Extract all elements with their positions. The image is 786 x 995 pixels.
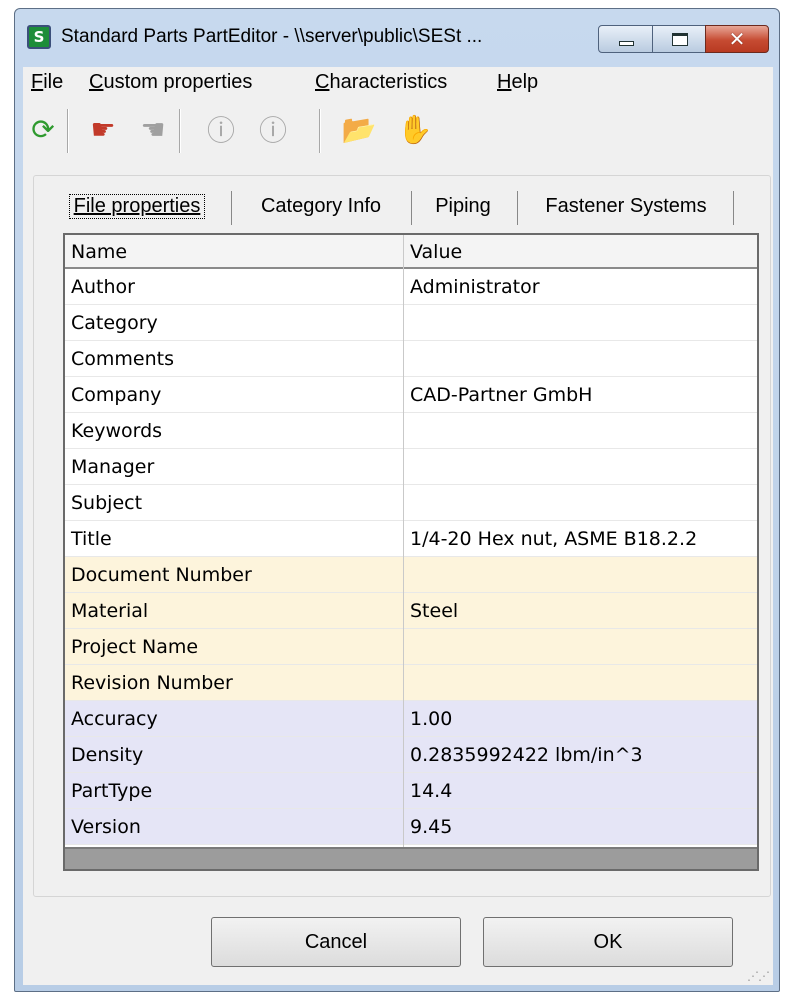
tab-fastener-systems-label: Fastener Systems (545, 194, 707, 217)
menu-characteristics-mnemonic: C (315, 71, 330, 93)
property-name-cell: Accuracy (71, 708, 158, 730)
info-remove-icon[interactable]: ⓘ (255, 111, 291, 147)
menu-file-mnemonic: F (31, 71, 44, 93)
menu-custom-properties-mnemonic: C (89, 71, 104, 93)
client-area: File Custom properties Characteristics H… (23, 67, 773, 985)
menu-file-label: ile (43, 71, 64, 93)
grid-footer (65, 847, 757, 869)
window-title: Standard Parts PartEditor - \\server\pub… (61, 26, 483, 47)
property-name-cell: Comments (71, 348, 174, 370)
toolbar-separator (319, 109, 321, 153)
tab-fastener-systems[interactable]: Fastener Systems (521, 187, 731, 225)
menu-characteristics-label: haracteristics (329, 71, 448, 93)
tab-separator (517, 191, 518, 225)
menu-help-mnemonic: H (497, 71, 512, 93)
menu-help-label: elp (511, 71, 539, 93)
toolbar-separator (67, 109, 69, 153)
menu-file[interactable]: File (31, 71, 63, 94)
hand-import-icon[interactable]: ☛ (85, 111, 121, 147)
hand-export-icon[interactable]: ☚ (135, 111, 171, 147)
column-divider (403, 235, 404, 869)
tab-separator (231, 191, 232, 225)
column-header-value[interactable]: Value (404, 241, 462, 263)
property-name-cell: Version (71, 816, 141, 838)
table-row[interactable]: Accuracy 1.00 (65, 701, 757, 737)
table-row[interactable]: Document Number (65, 557, 757, 593)
property-name-cell: Material (71, 600, 149, 622)
tab-file-properties[interactable]: File properties (53, 187, 221, 225)
tab-file-properties-label: File properties (68, 193, 206, 219)
table-row[interactable]: Manager (65, 449, 757, 485)
property-value-cell[interactable]: Administrator (404, 276, 540, 298)
app-icon: S (27, 25, 51, 49)
property-value-cell[interactable]: 1/4-20 Hex nut, ASME B18.2.2 (404, 528, 697, 550)
table-row[interactable]: Company CAD-Partner GmbH (65, 377, 757, 413)
table-row[interactable]: Author Administrator (65, 269, 757, 305)
menu-custom-properties-label: ustom properties (103, 71, 253, 93)
open-folder-icon[interactable]: 📂 (341, 111, 377, 147)
app-window: S Standard Parts PartEditor - \\server\p… (14, 8, 780, 992)
table-row[interactable]: Density 0.2835992422 lbm/in^3 (65, 737, 757, 773)
table-row[interactable]: Subject (65, 485, 757, 521)
ok-button[interactable]: OK (483, 917, 733, 967)
property-value-cell[interactable]: 0.2835992422 lbm/in^3 (404, 744, 643, 766)
table-row[interactable]: Keywords (65, 413, 757, 449)
menu-custom-properties[interactable]: Custom properties (89, 71, 252, 94)
minimize-button[interactable] (598, 25, 653, 53)
property-value-cell[interactable]: Steel (404, 600, 458, 622)
properties-grid[interactable]: Name Value Author Administrator Category Co… (63, 233, 759, 871)
property-value-cell[interactable]: 1.00 (404, 708, 452, 730)
table-row[interactable]: Revision Number (65, 665, 757, 701)
property-value-cell[interactable]: 9.45 (404, 816, 452, 838)
maximize-button[interactable] (652, 25, 706, 53)
property-name-cell: Manager (71, 456, 155, 478)
menu-characteristics[interactable]: Characteristics (315, 71, 447, 94)
table-row[interactable]: Comments (65, 341, 757, 377)
table-row[interactable]: Version 9.45 (65, 809, 757, 845)
tab-piping-label: Piping (435, 194, 491, 217)
maximize-icon (672, 33, 688, 46)
property-name-cell: Project Name (71, 636, 199, 658)
resize-grip[interactable]: ⋰⋰ (747, 969, 770, 983)
refresh-icon[interactable]: ⟳ (25, 111, 61, 147)
property-value-cell[interactable]: CAD-Partner GmbH (404, 384, 592, 406)
property-name-cell: Subject (71, 492, 143, 514)
info-add-icon[interactable]: ⓘ (203, 111, 239, 147)
tab-category-info-label: Category Info (260, 194, 382, 217)
close-button[interactable]: ✕ (705, 25, 769, 53)
close-icon: ✕ (728, 27, 746, 51)
title-bar[interactable]: S Standard Parts PartEditor - \\server\p… (15, 9, 779, 67)
cancel-button[interactable]: Cancel (211, 917, 461, 967)
property-name-cell: Title (71, 528, 112, 550)
tab-category-info[interactable]: Category Info (235, 187, 407, 225)
property-name-cell: PartType (71, 780, 153, 802)
tab-separator (733, 191, 734, 225)
property-name-cell: Revision Number (71, 672, 233, 694)
table-row[interactable]: Project Name (65, 629, 757, 665)
property-name-cell: Document Number (71, 564, 252, 586)
property-name-cell: Author (71, 276, 135, 298)
table-row[interactable]: Title 1/4-20 Hex nut, ASME B18.2.2 (65, 521, 757, 557)
tab-separator (411, 191, 412, 225)
property-name-cell: Keywords (71, 420, 163, 442)
property-name-cell: Density (71, 744, 144, 766)
table-row[interactable]: PartType 14.4 (65, 773, 757, 809)
table-row[interactable]: Category (65, 305, 757, 341)
grid-header: Name Value (65, 235, 757, 269)
minimize-icon (619, 41, 634, 46)
gray-hand-icon[interactable]: ✋ (397, 111, 433, 147)
column-header-name[interactable]: Name (65, 241, 127, 263)
property-name-cell: Company (71, 384, 162, 406)
property-value-cell[interactable]: 14.4 (404, 780, 452, 802)
toolbar-separator (179, 109, 181, 153)
menu-help[interactable]: Help (497, 71, 538, 94)
table-row[interactable]: Material Steel (65, 593, 757, 629)
menu-bar: File Custom properties Characteristics H… (23, 67, 773, 97)
tab-piping[interactable]: Piping (415, 187, 511, 225)
property-name-cell: Category (71, 312, 158, 334)
toolbar: ⟳ ☛ ☚ ⓘ ⓘ 📂 ✋ (23, 97, 773, 159)
